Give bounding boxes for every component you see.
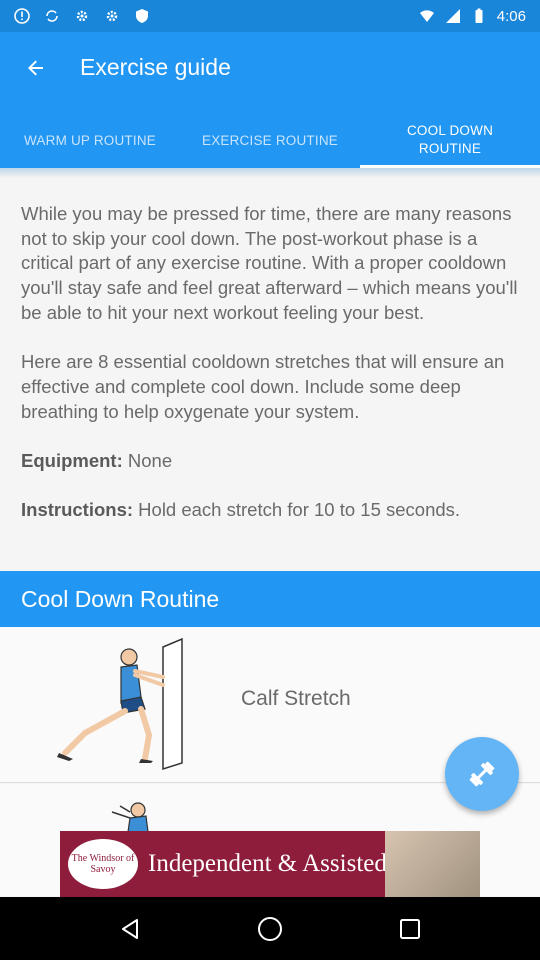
- tab-cool-down-label: COOL DOWN ROUTINE: [406, 123, 494, 156]
- sync-icon: [46, 10, 58, 22]
- instructions-value: Hold each stretch for 10 to 15 seconds.: [138, 499, 461, 521]
- app-bar: Exercise guide WARM UP ROUTINE EXERCISE …: [0, 32, 540, 168]
- nav-home-button[interactable]: [250, 909, 290, 949]
- gear-icon: [76, 10, 88, 22]
- ad-photo: [385, 831, 480, 897]
- gear-icon: [106, 10, 118, 22]
- calf-stretch-illustration: [57, 637, 183, 771]
- app-bar-shadow: [0, 168, 540, 178]
- ad-banner[interactable]: The Windsor of Savoy Independent & Assis…: [60, 831, 480, 897]
- shield-icon: [136, 9, 148, 23]
- nav-home-icon: [258, 916, 282, 941]
- back-button[interactable]: [16, 48, 56, 88]
- status-time: 4:06: [496, 7, 526, 25]
- section-title: Cool Down Routine: [21, 585, 220, 612]
- intro-paragraph-2: Here are 8 essential cooldown stretches …: [21, 351, 505, 422]
- dumbbell-icon: [469, 761, 495, 787]
- tab-bar: WARM UP ROUTINE EXERCISE ROUTINE COOL DO…: [0, 112, 540, 168]
- instructions-line: Instructions: Hold each stretch for 10 t…: [21, 498, 519, 523]
- nav-back-button[interactable]: [110, 909, 150, 949]
- tab-cool-down-routine[interactable]: COOL DOWN ROUTINE: [360, 112, 540, 168]
- nav-back-icon: [122, 918, 138, 939]
- nav-recents-icon: [400, 918, 420, 939]
- exercise-name: Calf Stretch: [241, 687, 351, 710]
- intro-paragraph-1: While you may be pressed for time, there…: [21, 203, 518, 323]
- intro-text: While you may be pressed for time, there…: [21, 202, 519, 548]
- system-nav-bar: [0, 897, 540, 960]
- section-header: Cool Down Routine: [0, 571, 540, 627]
- tab-exercise-routine[interactable]: EXERCISE ROUTINE: [180, 112, 360, 168]
- alert-icon: [14, 8, 30, 24]
- equipment-value: None: [127, 450, 173, 471]
- back-arrow-icon: [28, 60, 43, 76]
- equipment-line: Equipment: None: [21, 449, 519, 474]
- nav-recents-button[interactable]: [390, 909, 430, 949]
- signal-icon: [445, 9, 460, 23]
- tab-warm-up-routine[interactable]: WARM UP ROUTINE: [0, 112, 180, 168]
- status-bar: 4:06: [0, 0, 540, 32]
- page-title: Exercise guide: [80, 54, 231, 80]
- workout-fab-button[interactable]: [445, 737, 519, 811]
- ad-logo: The Windsor of Savoy: [68, 839, 138, 889]
- wifi-icon: [419, 10, 434, 22]
- battery-icon: [475, 8, 483, 23]
- equipment-label: Equipment:: [21, 450, 123, 471]
- next-stretch-illustration: [111, 802, 149, 832]
- instructions-label: Instructions:: [21, 499, 134, 521]
